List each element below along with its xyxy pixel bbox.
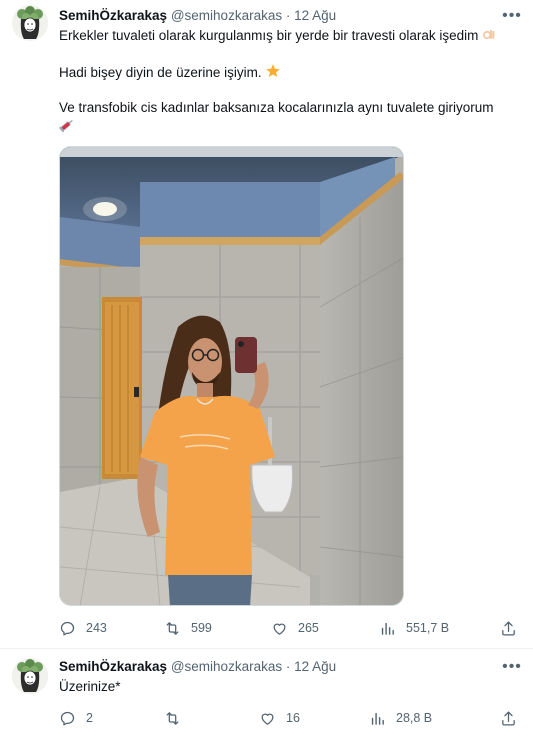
share-button[interactable]: [500, 617, 517, 639]
like-button[interactable]: 265: [271, 617, 319, 639]
tweet-text: Ve transfobik cis kadınlar baksanıza koc…: [59, 100, 494, 115]
tweet-header: SemihÖzkarakaş @semihozkarakas · 12 Ağu: [59, 657, 521, 677]
reply-button[interactable]: 2: [59, 707, 93, 729]
syringe-emoji: [59, 119, 73, 133]
share-button[interactable]: [500, 707, 517, 729]
emoji-line: [59, 117, 513, 136]
tweet[interactable]: SemihÖzkarakaş @semihozkarakas · 12 Ağu …: [0, 0, 533, 648]
tweet-text-line: Erkekler tuvaleti olarak kurgulanmış bir…: [59, 27, 513, 45]
tweet-text-line: Ve transfobik cis kadınlar baksanıza koc…: [59, 99, 513, 117]
tweet-actions: 2 16 28,8 B: [59, 707, 521, 729]
more-icon[interactable]: •••: [501, 6, 523, 26]
tweet-text: Üzerinize*: [59, 679, 121, 694]
views-icon: [371, 712, 384, 725]
reply-icon: [60, 711, 75, 726]
tweet-date[interactable]: 12 Ağu: [294, 8, 336, 23]
ok-hand-emoji: [483, 30, 495, 40]
tweet-text-line: Hadi bişey diyin de üzerine işiyim.: [59, 63, 513, 82]
star-emoji: [266, 64, 281, 77]
reply-button[interactable]: 243: [59, 617, 107, 639]
avatar[interactable]: [12, 5, 48, 41]
author-name[interactable]: SemihÖzkarakaş: [59, 8, 167, 23]
like-button[interactable]: 16: [259, 707, 300, 729]
views-count: 28,8 B: [396, 711, 433, 725]
author-handle[interactable]: @semihozkarakas: [171, 659, 282, 674]
avatar-illustration: [12, 5, 48, 41]
reply-count: 2: [86, 711, 93, 725]
share-icon: [502, 710, 515, 726]
like-icon: [273, 623, 286, 635]
tweet-text: Hadi bişey diyin de üzerine işiyim.: [59, 65, 262, 80]
like-count: 265: [298, 621, 319, 635]
views-icon: [381, 622, 394, 635]
retweet-icon: [166, 621, 179, 635]
separator: ·: [285, 659, 291, 674]
like-icon: [261, 713, 274, 725]
tweet-date[interactable]: 12 Ağu: [294, 659, 336, 674]
mirror-selfie-image: [60, 147, 403, 605]
tweet-text: Erkekler tuvaleti olarak kurgulanmış bir…: [59, 28, 479, 43]
author-handle[interactable]: @semihozkarakas: [171, 8, 282, 23]
tweet[interactable]: SemihÖzkarakaş @semihozkarakas · 12 Ağu …: [0, 648, 533, 737]
share-icon: [502, 620, 515, 636]
views-count: 551,7 B: [406, 621, 450, 635]
retweet-count: 599: [191, 621, 212, 635]
tweet-photo[interactable]: [59, 146, 404, 606]
retweet-button[interactable]: [164, 707, 191, 729]
separator: ·: [285, 8, 291, 23]
reply-count: 243: [86, 621, 107, 635]
avatar-illustration: [12, 658, 48, 694]
retweet-icon: [166, 711, 179, 725]
tweet-header: SemihÖzkarakaş @semihozkarakas · 12 Ağu: [59, 6, 521, 26]
tweet-actions: 243 599 265 551,7 B: [59, 617, 521, 639]
author-name[interactable]: SemihÖzkarakaş: [59, 659, 167, 674]
like-count: 16: [286, 711, 300, 725]
views-button[interactable]: 551,7 B: [379, 617, 449, 639]
avatar[interactable]: [12, 658, 48, 694]
views-button[interactable]: 28,8 B: [369, 707, 432, 729]
more-icon[interactable]: •••: [501, 657, 523, 677]
retweet-button[interactable]: 599: [164, 617, 212, 639]
reply-icon: [60, 621, 75, 636]
